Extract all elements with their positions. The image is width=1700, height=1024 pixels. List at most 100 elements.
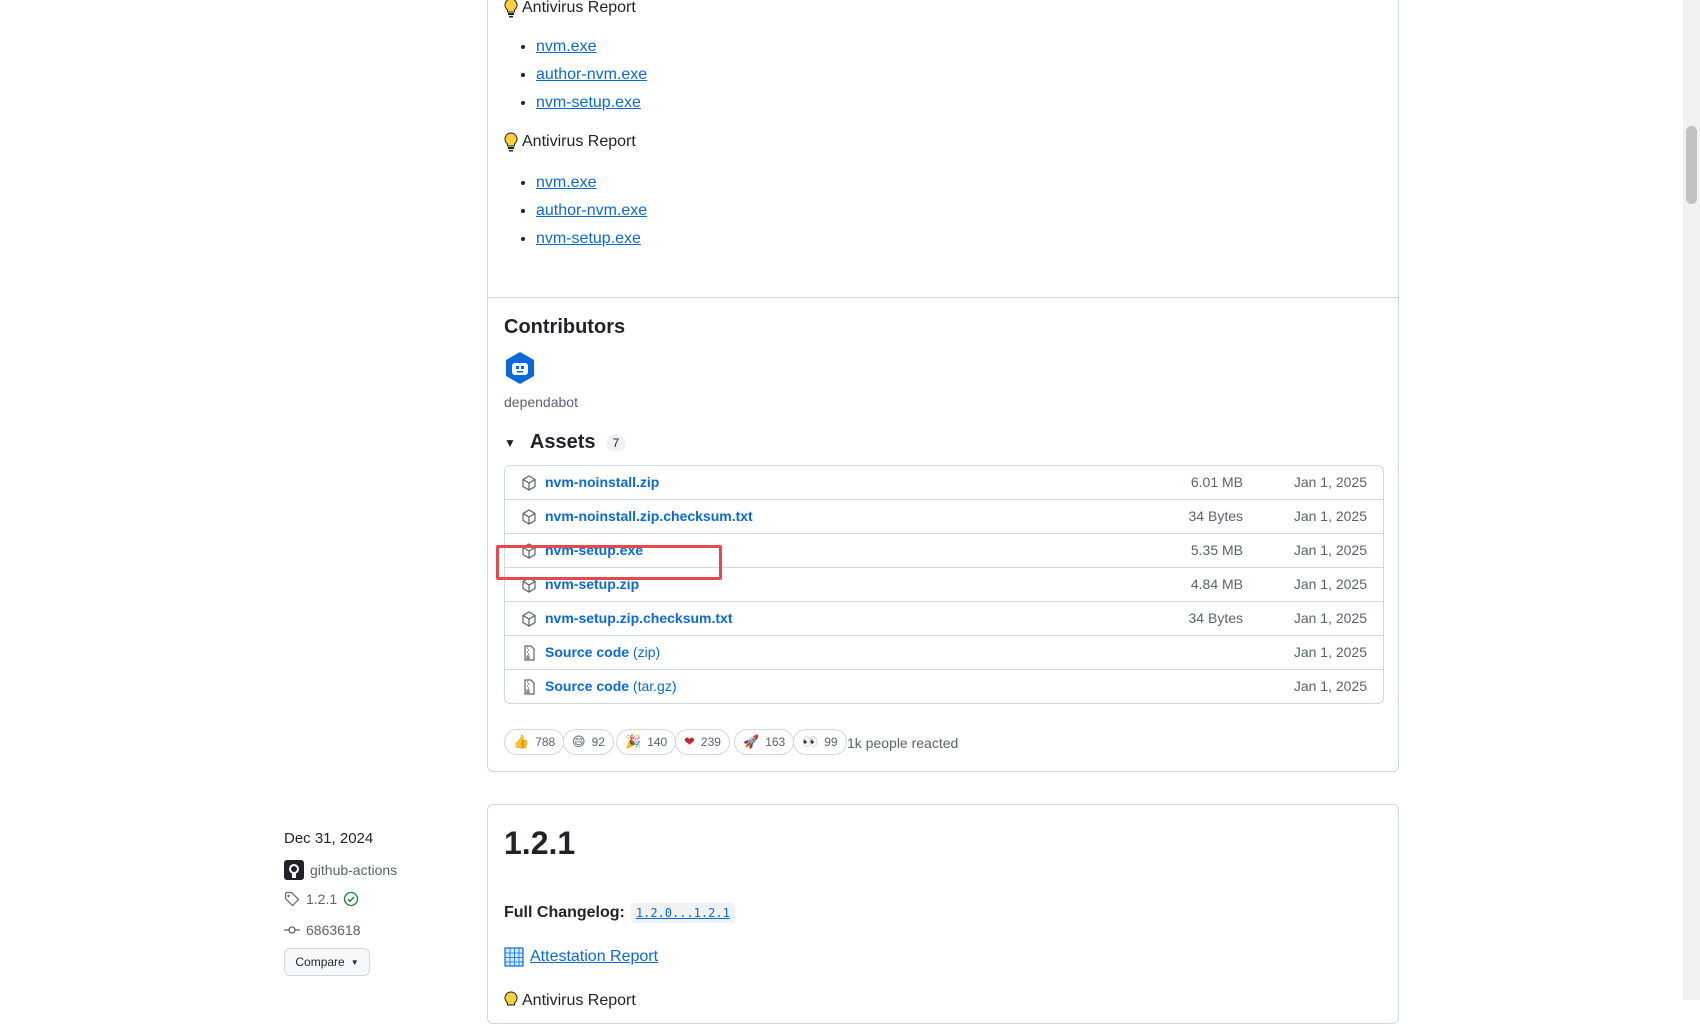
changelog-link[interactable]: 1.2.0...1.2.1: [630, 903, 735, 923]
release-author[interactable]: github-actions: [284, 860, 397, 880]
reaction-hooray[interactable]: 🎉 140: [616, 729, 677, 755]
antivirus-link[interactable]: nvm.exe: [536, 174, 596, 191]
asset-link[interactable]: nvm-noinstall.zip: [545, 474, 659, 490]
asset-date: Jan 1, 2025: [1293, 644, 1367, 660]
asset-link-label: Source code: [545, 678, 630, 694]
commit-icon: [284, 926, 300, 934]
antivirus-heading-label: Antivirus Report: [522, 0, 636, 16]
list-item: nvm-setup.exe: [536, 89, 647, 117]
asset-link[interactable]: nvm-noinstall.zip.checksum.txt: [545, 508, 753, 524]
release-tag-label: 1.2.1: [306, 891, 338, 907]
asset-date: Jan 1, 2025: [1293, 678, 1367, 694]
asset-size: 34 Bytes: [1188, 610, 1243, 626]
compare-button[interactable]: Compare ▼: [284, 948, 370, 976]
asset-date: Jan 1, 2025: [1293, 474, 1367, 490]
asset-size: 6.01 MB: [1190, 474, 1243, 490]
assets-count-badge: 7: [605, 434, 627, 451]
package-icon: [522, 543, 536, 559]
asset-date: Jan 1, 2025: [1293, 610, 1367, 626]
antivirus-link[interactable]: nvm-setup.exe: [536, 94, 641, 111]
asset-link[interactable]: Source code (zip): [545, 644, 660, 660]
antivirus-link[interactable]: author-nvm.exe: [536, 66, 647, 83]
package-icon: [522, 577, 536, 593]
asset-size: 4.84 MB: [1190, 576, 1243, 592]
asset-row: nvm-setup.zip.checksum.txt 34 Bytes Jan …: [505, 601, 1383, 635]
contributors-title: Contributors: [504, 316, 626, 338]
package-icon: [522, 509, 536, 525]
asset-row: nvm-setup.zip 4.84 MB Jan 1, 2025: [505, 567, 1383, 601]
asset-link-label: Source code: [545, 644, 630, 660]
reaction-count: 163: [765, 735, 786, 749]
attestation-grid-icon: [504, 947, 524, 967]
antivirus-heading-label: Antivirus Report: [522, 992, 636, 1009]
reaction-heart[interactable]: ❤ 239: [675, 729, 730, 755]
antivirus-heading: Antivirus Report: [504, 132, 636, 152]
laugh-icon: 😄: [572, 734, 586, 749]
assets-title: Assets: [529, 431, 596, 453]
release-author-name: github-actions: [310, 862, 398, 878]
release-card: Antivirus Report nvm.exe author-nvm.exe …: [487, 0, 1399, 772]
antivirus-link[interactable]: author-nvm.exe: [536, 202, 647, 219]
asset-row: nvm-noinstall.zip 6.01 MB Jan 1, 2025: [505, 466, 1383, 499]
vertical-scrollbar[interactable]: [1683, 0, 1700, 1000]
reactions-summary: 1k people reacted: [847, 735, 959, 751]
eyes-icon: 👀: [802, 734, 819, 749]
rocket-icon: 🚀: [743, 734, 760, 749]
hooray-icon: 🎉: [625, 734, 642, 749]
assets-toggle[interactable]: ▼ Assets 7: [504, 431, 627, 454]
release-tag[interactable]: 1.2.1: [284, 891, 359, 907]
antivirus-link[interactable]: nvm.exe: [536, 38, 596, 55]
asset-size: 5.35 MB: [1190, 542, 1243, 558]
antivirus-link[interactable]: nvm-setup.exe: [536, 230, 641, 247]
triangle-down-icon: ▼: [504, 435, 516, 450]
release-title[interactable]: 1.2.1: [504, 825, 575, 862]
release-card: 1.2.1 Full Changelog: 1.2.0...1.2.1 Atte…: [487, 804, 1399, 1024]
asset-link[interactable]: nvm-setup.exe: [545, 542, 643, 558]
asset-row: Source code (zip) Jan 1, 2025: [505, 635, 1383, 669]
attestation-link[interactable]: Attestation Report: [530, 948, 658, 966]
package-icon: [522, 475, 536, 491]
antivirus-link-list: nvm.exe author-nvm.exe nvm-setup.exe: [504, 169, 647, 253]
asset-row: Source code (tar.gz) Jan 1, 2025: [505, 669, 1383, 703]
release-commit[interactable]: 6863618: [284, 922, 361, 938]
section-divider: [488, 297, 1398, 298]
list-item: nvm.exe: [536, 33, 647, 61]
reaction-thumbs-up[interactable]: 👍 788: [504, 729, 565, 755]
asset-link[interactable]: nvm-setup.zip.checksum.txt: [545, 610, 733, 626]
asset-link[interactable]: Source code (tar.gz): [545, 678, 677, 694]
tag-icon: [284, 891, 300, 907]
asset-link[interactable]: nvm-setup.zip: [545, 576, 639, 592]
asset-link-suffix: (tar.gz): [632, 678, 677, 694]
contributor-name[interactable]: dependabot: [504, 394, 578, 410]
scrollbar-thumb[interactable]: [1686, 126, 1697, 204]
antivirus-heading-label: Antivirus Report: [522, 133, 636, 150]
attestation-heading: Attestation Report: [504, 947, 658, 967]
file-zip-icon: [524, 679, 535, 695]
verified-check-icon: [343, 891, 359, 907]
reaction-laugh[interactable]: 😄 92: [563, 729, 614, 755]
asset-link-suffix: (zip): [632, 644, 661, 660]
asset-row: nvm-noinstall.zip.checksum.txt 34 Bytes …: [505, 499, 1383, 533]
lightbulb-icon: [504, 0, 518, 18]
lightbulb-icon: [504, 132, 518, 152]
release-commit-sha: 6863618: [306, 922, 361, 938]
reaction-eyes[interactable]: 👀 99: [793, 729, 847, 755]
reaction-count: 239: [700, 735, 721, 749]
changelog-line: Full Changelog: 1.2.0...1.2.1: [504, 903, 735, 923]
reaction-rocket[interactable]: 🚀 163: [734, 729, 795, 755]
asset-date: Jan 1, 2025: [1293, 508, 1367, 524]
list-item: author-nvm.exe: [536, 197, 647, 225]
reaction-count: 99: [824, 735, 838, 749]
antivirus-link-list: nvm.exe author-nvm.exe nvm-setup.exe: [504, 33, 647, 117]
release-date: Dec 31, 2024: [284, 830, 374, 847]
dependabot-avatar[interactable]: [504, 351, 536, 385]
antivirus-heading: Antivirus Report: [504, 0, 636, 18]
antivirus-heading: Antivirus Report: [504, 991, 636, 1011]
github-avatar-icon: [284, 860, 304, 880]
asset-date: Jan 1, 2025: [1293, 576, 1367, 592]
asset-row: nvm-setup.exe 5.35 MB Jan 1, 2025: [505, 533, 1383, 567]
heart-icon: ❤: [684, 734, 695, 749]
list-item: nvm.exe: [536, 169, 647, 197]
reaction-count: 140: [647, 735, 668, 749]
reaction-count: 788: [535, 735, 556, 749]
